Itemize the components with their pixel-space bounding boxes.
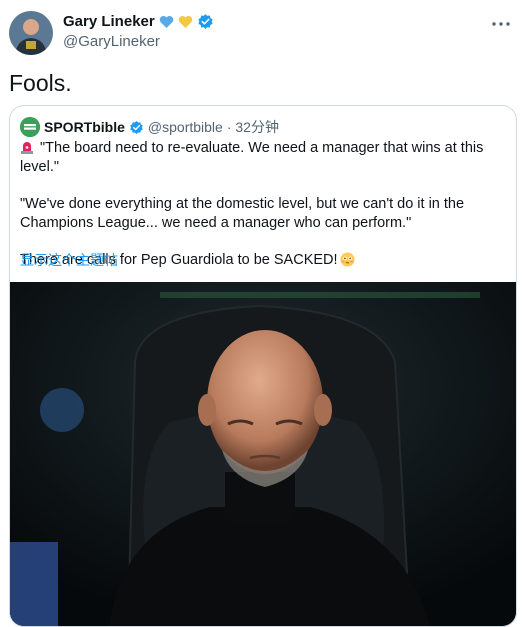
quote-line-2: "We've done everything at the domestic l… [20, 196, 465, 231]
yellow-heart-icon [178, 15, 192, 28]
quote-paragraph-1: "The board need to re-evaluate. We need … [20, 139, 510, 177]
quoted-tweet-header: SPORTbible @sportbible · 32分钟 [20, 117, 279, 137]
blue-heart-icon [159, 15, 173, 28]
manager-photo-image [10, 282, 516, 626]
quoted-display-name[interactable]: SPORTbible [44, 119, 125, 135]
author-name-row: Gary Lineker [63, 13, 214, 30]
police-light-icon [21, 142, 33, 154]
sportbible-logo-icon[interactable] [20, 117, 40, 137]
author-display-name[interactable]: Gary Lineker [63, 13, 155, 30]
show-thread-link[interactable]: 显示这个主题帖 [20, 250, 118, 270]
verified-icon [198, 14, 213, 29]
quoted-timestamp[interactable]: · 32分钟 [227, 117, 279, 137]
quoted-tweet-photo[interactable] [10, 282, 516, 626]
flushed-face-icon [340, 252, 355, 267]
tweet-text: Fools. [9, 70, 72, 96]
quoted-tweet-card[interactable]: SPORTbible @sportbible · 32分钟 "The board… [9, 105, 517, 627]
author-handle[interactable]: @GaryLineker [63, 33, 160, 50]
quote-line-1: "The board need to re-evaluate. We need … [20, 140, 484, 175]
more-options-icon[interactable] [489, 14, 513, 34]
quoted-handle[interactable]: @sportbible [148, 119, 223, 135]
tweet-header: Gary Lineker @GaryLineker [0, 0, 527, 60]
author-avatar[interactable] [9, 11, 53, 55]
verified-icon [130, 120, 143, 134]
